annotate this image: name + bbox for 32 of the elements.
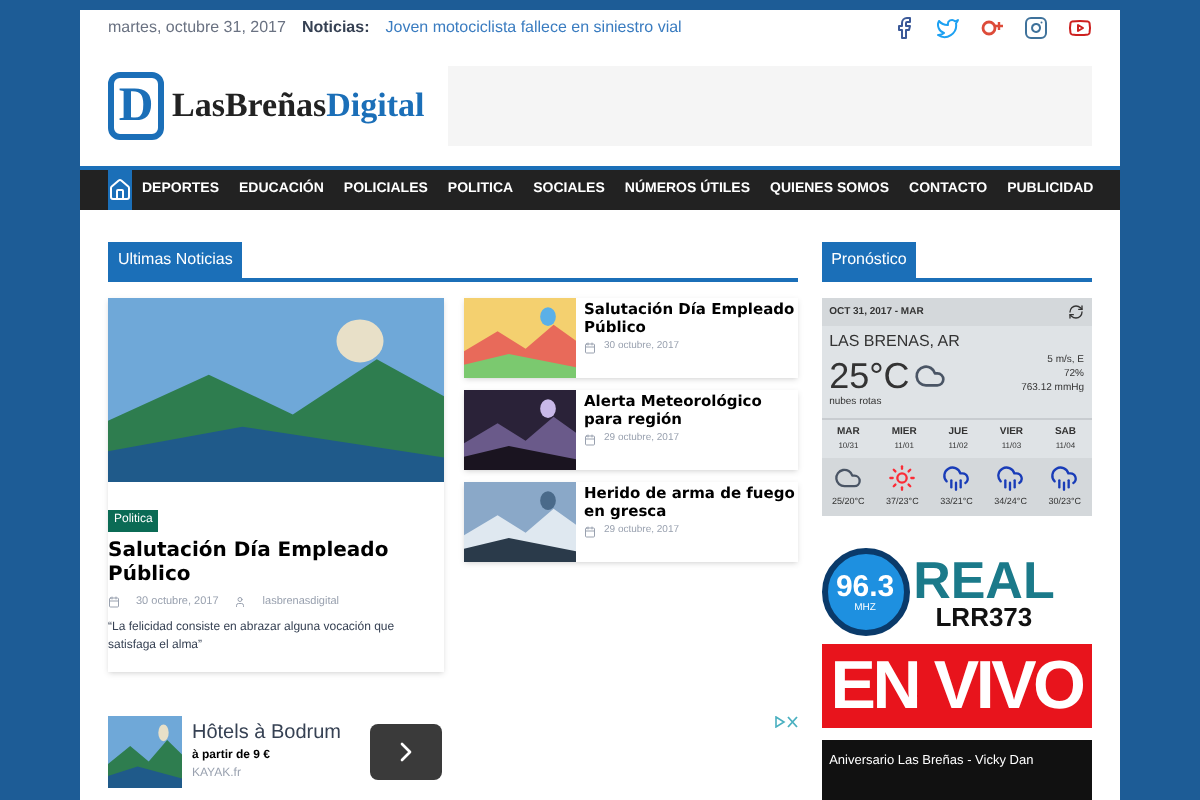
rain-cloud-icon: [1050, 464, 1079, 493]
site-logo[interactable]: D LasBreñasDigital: [108, 71, 425, 140]
calendar-icon: [584, 526, 596, 538]
article-title[interactable]: Salutación Día Empleado Público: [108, 540, 444, 589]
section-heading: Pronóstico: [821, 242, 917, 279]
ticker-link[interactable]: Joven motociclista fallece en siniestro vial: [385, 15, 682, 40]
calendar-icon: [584, 342, 596, 354]
facebook-icon[interactable]: [892, 15, 916, 40]
next-button[interactable]: [370, 723, 443, 779]
cloud-icon: [834, 464, 863, 493]
refresh-icon[interactable]: [1068, 304, 1084, 321]
ad-choices-icon[interactable]: [773, 715, 798, 727]
calendar-icon: [584, 434, 596, 446]
instagram-icon[interactable]: [1024, 15, 1048, 40]
home-icon: [108, 178, 132, 203]
cloud-icon: [913, 359, 946, 392]
calendar-icon: [108, 596, 120, 609]
ad-title: Hôtels à Bodrum: [192, 720, 341, 748]
sun-icon: [888, 464, 917, 493]
live-banner[interactable]: EN VIVO: [821, 644, 1092, 728]
ticker-label: Noticias:: [301, 15, 370, 40]
section-heading: Ultimas Noticias: [108, 242, 243, 279]
temperature: 25°C: [829, 357, 910, 394]
youtube-icon[interactable]: [1068, 15, 1092, 40]
author-icon: [234, 596, 247, 609]
rain-cloud-icon: [996, 464, 1025, 493]
twitter-icon[interactable]: [936, 15, 960, 40]
weather-location: LAS BRENAS, AR: [827, 330, 962, 355]
rain-cloud-icon: [942, 464, 971, 493]
date-text: martes, octubre 31, 2017: [108, 15, 286, 40]
home-button[interactable]: [108, 169, 132, 211]
google-plus-icon[interactable]: [980, 15, 1004, 40]
